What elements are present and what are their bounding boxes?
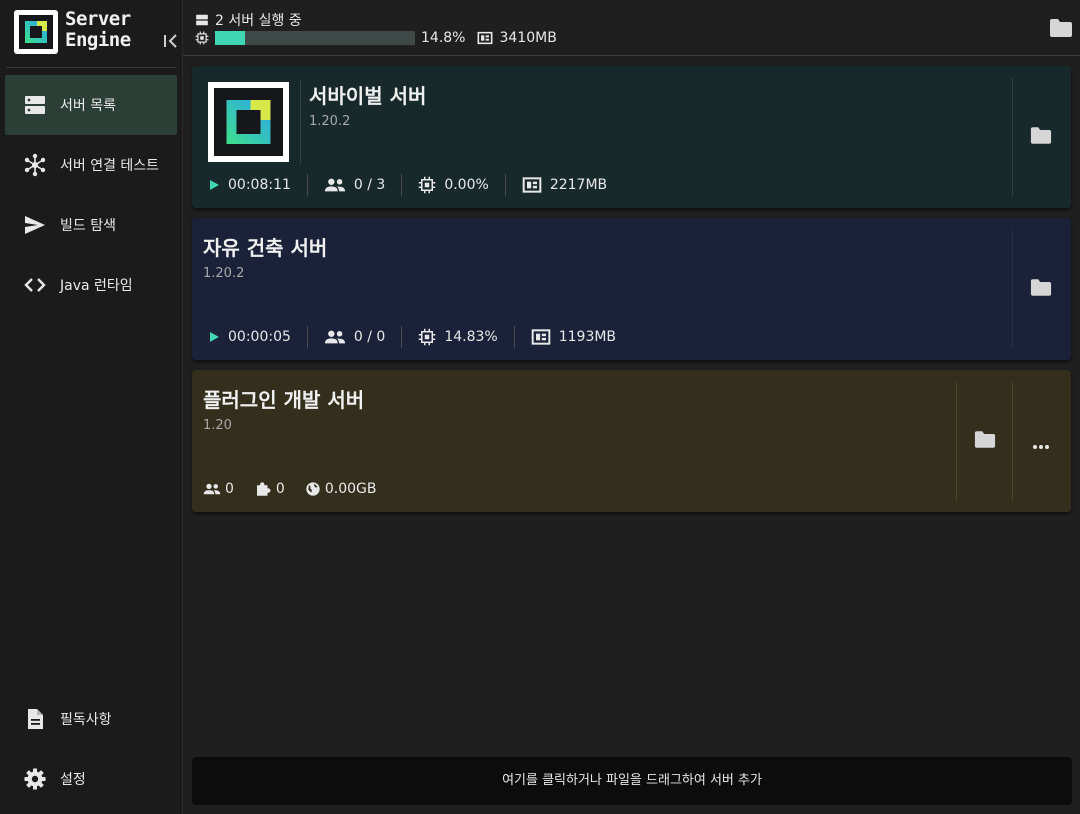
add-server-dropzone[interactable]: 여기를 클릭하거나 파일을 드래그하여 서버 추가 — [192, 757, 1072, 805]
memory-icon — [531, 329, 551, 345]
cpu-stat: 0.00% — [402, 174, 506, 196]
server-card[interactable]: 서바이벌 서버 1.20.2 00:08:11 0 / 3 0.00% 2217… — [192, 66, 1071, 208]
sidebar-item-label: 필독사항 — [60, 712, 112, 728]
cpu-usage-bar — [215, 31, 415, 45]
sidebar-item-connection-test[interactable]: 서버 연결 테스트 — [5, 135, 177, 195]
app-logo — [14, 10, 58, 54]
users-icon — [324, 330, 345, 344]
players-stat: 0 / 0 — [308, 326, 403, 348]
server-list-icon — [23, 93, 47, 117]
globe-icon — [306, 482, 320, 496]
sidebar-item-label: Java 런타임 — [60, 278, 133, 294]
open-folder-icon[interactable] — [974, 430, 998, 452]
sidebar-item-label: 설정 — [60, 772, 86, 788]
cpu-text: 14.83% — [444, 329, 498, 345]
memory-text: 1193MB — [558, 329, 617, 345]
action-divider — [956, 382, 957, 500]
sidebar: Server Engine 서버 목록 서버 연결 테스트 빌드 탐색 Java… — [0, 0, 182, 814]
play-icon — [210, 332, 219, 342]
sidebar-item-label: 서버 연결 테스트 — [60, 158, 160, 174]
players-text: 0 / 0 — [353, 329, 386, 345]
server-list-icon — [196, 14, 208, 26]
server-stats: 00:00:05 0 / 0 14.83% 1193MB — [204, 326, 632, 348]
sidebar-item-readme[interactable]: 필독사항 — [5, 689, 177, 749]
server-stats: 00:08:11 0 / 3 0.00% 2217MB — [204, 174, 623, 196]
cpu-stat: 14.83% — [402, 326, 515, 348]
storage-stat: 0.00GB — [295, 478, 387, 500]
collapse-sidebar-icon[interactable] — [162, 32, 180, 50]
main-panel: 2 서버 실행 중 14.8% 3410MB 서바이벌 서버 1.20.2 00… — [182, 0, 1080, 814]
memory-stat: 1193MB — [515, 326, 632, 348]
server-icon — [208, 82, 289, 162]
players-stat: 0 / 3 — [308, 174, 403, 196]
uptime-stat: 00:00:05 — [204, 326, 308, 348]
open-folder-icon[interactable] — [1030, 278, 1054, 300]
open-folder-icon[interactable] — [1030, 126, 1054, 148]
server-name: 서바이벌 서버 — [309, 84, 427, 108]
status-bar: 2 서버 실행 중 14.8% 3410MB — [183, 0, 1080, 56]
memory-stat: 2217MB — [506, 174, 623, 196]
players-text: 0 — [225, 481, 234, 497]
server-version: 1.20 — [203, 418, 232, 433]
action-divider — [1012, 382, 1013, 500]
memory-text: 2217MB — [549, 177, 608, 193]
sidebar-item-server-list[interactable]: 서버 목록 — [5, 75, 177, 135]
send-icon — [23, 213, 47, 237]
more-options-icon[interactable] — [1030, 436, 1054, 458]
icon-divider — [300, 80, 301, 164]
document-icon — [23, 707, 47, 731]
cpu-icon — [419, 176, 436, 194]
server-version: 1.20.2 — [203, 266, 245, 281]
sidebar-item-label: 서버 목록 — [60, 98, 116, 114]
players-text: 0 / 3 — [353, 177, 386, 193]
uptime-stat: 00:08:11 — [204, 174, 308, 196]
brand-name: Server Engine — [65, 8, 131, 51]
server-stats: 0 0 0.00GB — [203, 478, 386, 500]
play-icon — [210, 180, 219, 190]
sidebar-divider — [6, 67, 176, 68]
uptime-text: 00:08:11 — [228, 177, 291, 193]
server-card[interactable]: 플러그인 개발 서버 1.20 0 0 0.00GB — [192, 370, 1071, 512]
cpu-icon — [195, 31, 209, 45]
sidebar-item-java-runtime[interactable]: Java 런타임 — [5, 255, 177, 315]
gear-icon — [23, 767, 47, 791]
brand: Server Engine — [14, 8, 177, 54]
plugins-text: 0 — [275, 481, 285, 497]
users-icon — [324, 178, 345, 192]
sidebar-item-settings[interactable]: 설정 — [5, 749, 177, 809]
running-status: 2 서버 실행 중 — [195, 10, 302, 30]
action-divider — [1012, 230, 1013, 348]
server-name: 자유 건축 서버 — [203, 236, 328, 260]
open-folder-icon[interactable] — [1049, 18, 1073, 38]
code-brackets-icon — [23, 273, 47, 297]
storage-text: 0.00GB — [324, 481, 377, 497]
uptime-text: 00:00:05 — [228, 329, 291, 345]
network-hub-icon — [23, 153, 47, 177]
running-count-text: 2 서버 실행 중 — [215, 13, 302, 29]
server-name: 플러그인 개발 서버 — [203, 388, 365, 412]
cpu-usage-fill — [215, 31, 245, 45]
server-version: 1.20.2 — [309, 114, 351, 129]
cpu-usage-text: 14.8% — [421, 30, 466, 46]
cpu-text: 0.00% — [444, 177, 489, 193]
sidebar-item-label: 빌드 탐색 — [60, 218, 116, 234]
resource-usage: 14.8% 3410MB — [195, 30, 557, 46]
puzzle-icon — [256, 482, 271, 496]
server-card[interactable]: 자유 건축 서버 1.20.2 00:00:05 0 / 0 14.83% 11… — [192, 218, 1071, 360]
players-stat: 0 — [203, 478, 244, 500]
sidebar-item-build-explorer[interactable]: 빌드 탐색 — [5, 195, 177, 255]
memory-icon — [478, 31, 493, 45]
memory-usage-text: 3410MB — [499, 30, 557, 46]
plugins-stat: 0 — [244, 478, 295, 500]
cpu-icon — [419, 328, 436, 346]
users-icon — [203, 483, 221, 495]
memory-icon — [522, 177, 542, 193]
action-divider — [1012, 78, 1013, 196]
